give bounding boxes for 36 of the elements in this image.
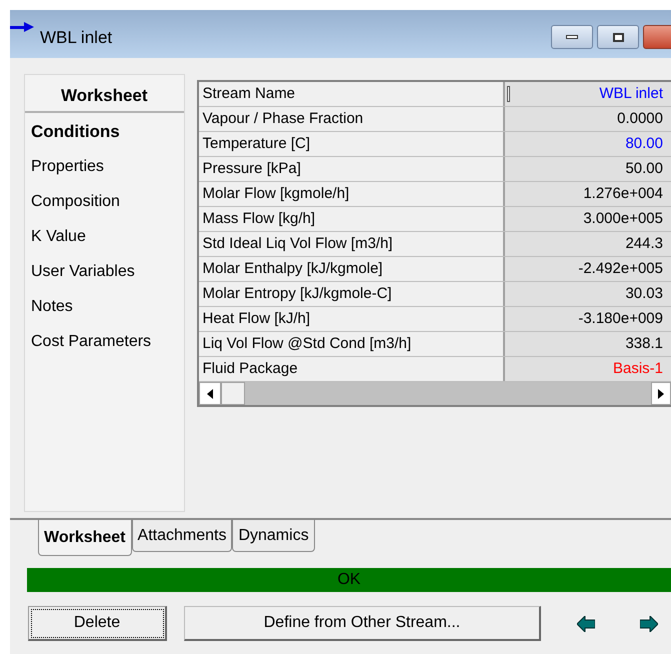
scroll-left-icon[interactable] [198, 382, 220, 405]
panel-header: Worksheet [25, 75, 184, 113]
tab[interactable]: Dynamics [232, 520, 315, 552]
property-value-cell[interactable]: 30.03 [504, 282, 671, 306]
tab[interactable]: Worksheet [38, 520, 132, 556]
window-title: WBL inlet [40, 27, 112, 50]
side-menu-item[interactable]: User Variables [31, 259, 184, 294]
delete-button[interactable]: Delete [28, 606, 167, 641]
scroll-right-icon[interactable] [651, 382, 671, 405]
side-menu-item[interactable]: Composition [31, 189, 184, 224]
side-menu-item[interactable]: Notes [31, 294, 184, 329]
define-from-other-stream-button[interactable]: Define from Other Stream... [184, 606, 541, 641]
right-arrow-icon[interactable] [640, 616, 658, 632]
scroll-thumb[interactable] [220, 382, 244, 405]
side-menu-item[interactable]: Properties [31, 154, 184, 189]
property-value-cell[interactable]: 0.0000 [504, 107, 671, 131]
property-value-cell[interactable]: -3.180e+009 [504, 307, 671, 331]
property-value-cell[interactable]: -2.492e+005 [504, 257, 671, 281]
property-value-cell[interactable]: 244.3 [504, 232, 671, 256]
property-value-cell[interactable]: 3.000e+005 [504, 207, 671, 231]
property-value-cell[interactable]: 1.276e+004 [504, 182, 671, 206]
text-cursor-icon [506, 86, 510, 102]
maximize-button[interactable] [597, 25, 639, 49]
property-value-cell[interactable]: 50.00 [504, 157, 671, 181]
arrow-icon [10, 22, 34, 32]
side-menu-item[interactable]: K Value [31, 224, 184, 259]
minimize-button[interactable] [551, 25, 593, 49]
property-value-cell[interactable]: 80.00 [504, 132, 671, 156]
horizontal-scrollbar[interactable] [198, 382, 671, 405]
tab[interactable]: Attachments [132, 520, 232, 552]
side-menu-item[interactable]: Cost Parameters [31, 329, 184, 364]
left-arrow-icon[interactable] [577, 616, 595, 632]
status-bar: OK [27, 568, 671, 592]
property-value-cell[interactable]: 338.1 [504, 332, 671, 356]
side-menu-item[interactable]: Conditions [31, 119, 184, 154]
property-value-cell[interactable]: WBL inlet [504, 82, 671, 106]
